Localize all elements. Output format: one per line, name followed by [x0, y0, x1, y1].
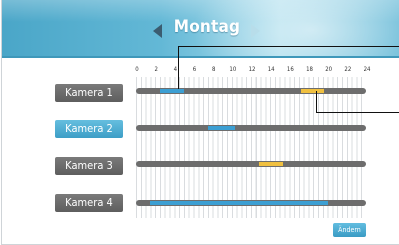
callout-line-vertical-2	[316, 91, 317, 113]
timeline-grid	[136, 77, 366, 218]
callout-line-horizontal-2	[316, 112, 399, 113]
hour-tick-label: 6	[192, 66, 197, 73]
hour-tick-label: 20	[325, 66, 333, 73]
schedule-panel: Montag 0 2 4 6 8 10 12 14 16 18 20 22 24 Kamera 1 Ka…	[1, 0, 399, 245]
recording-segment[interactable]	[159, 89, 184, 93]
hour-tick-label: 0	[135, 66, 139, 73]
camera-1-button[interactable]: Kamera 1	[55, 84, 123, 102]
camera-3-button[interactable]: Kamera 3	[55, 157, 123, 175]
hour-tick-label: 10	[229, 66, 237, 73]
recording-segment[interactable]	[300, 89, 324, 93]
recording-segment[interactable]	[258, 162, 283, 166]
day-header: Montag	[2, 0, 399, 58]
camera-2-timeline[interactable]	[136, 125, 366, 131]
hour-tick-label: 4	[173, 66, 178, 73]
day-title: Montag	[173, 17, 241, 37]
hour-tick-label: 24	[363, 66, 371, 73]
hour-tick-label: 18	[306, 66, 313, 73]
hour-tick-label: 22	[344, 66, 352, 73]
hour-tick-label: 8	[211, 66, 216, 73]
camera-4-timeline[interactable]	[136, 200, 366, 206]
hour-tick-label: 14	[267, 66, 275, 73]
callout-line-horizontal-1	[178, 46, 399, 47]
recording-segment[interactable]	[207, 126, 235, 130]
next-day-arrow-icon[interactable]	[251, 24, 260, 38]
camera-4-button[interactable]: Kamera 4	[55, 194, 123, 212]
previous-day-arrow-icon[interactable]	[153, 24, 162, 38]
camera-1-timeline[interactable]	[136, 88, 366, 94]
header-divider	[2, 56, 399, 58]
hour-tick-label: 2	[154, 66, 158, 73]
camera-3-timeline[interactable]	[136, 161, 366, 167]
hour-axis: 0 2 4 6 8 10 12 14 16 18 20 22 24	[135, 66, 370, 76]
callout-line-vertical-1	[178, 46, 179, 89]
hour-tick-label: 12	[248, 66, 256, 73]
recording-segment[interactable]	[150, 201, 328, 205]
hour-tick-label: 16	[286, 66, 294, 73]
camera-2-button[interactable]: Kamera 2	[55, 120, 123, 138]
change-button[interactable]: Ändern	[333, 223, 366, 237]
